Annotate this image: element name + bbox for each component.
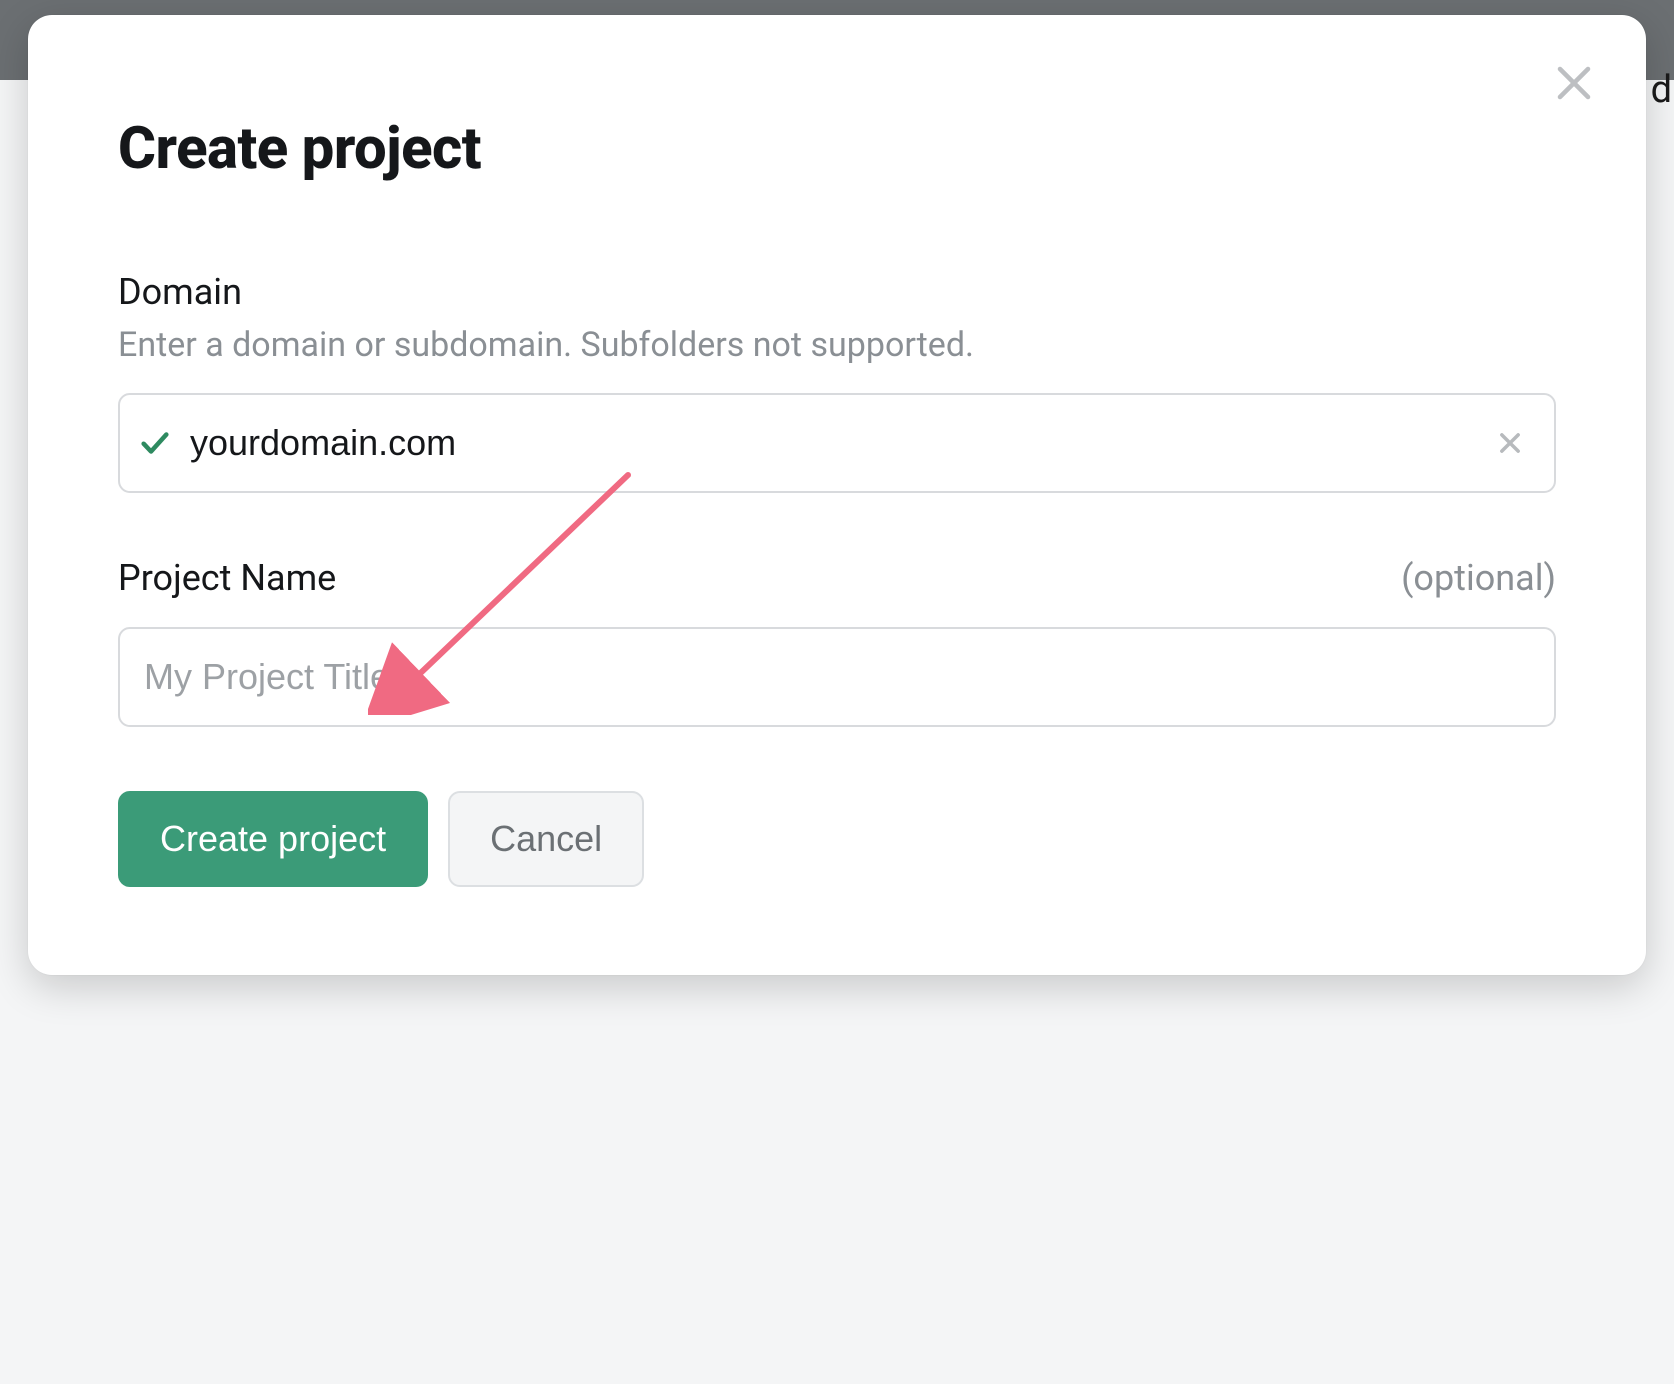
background-text-fragment: d bbox=[1651, 68, 1672, 112]
clear-domain-button[interactable] bbox=[1490, 423, 1530, 463]
project-name-label: Project Name bbox=[118, 557, 336, 599]
modal-actions: Create project Cancel bbox=[118, 791, 1556, 887]
modal-title: Create project bbox=[118, 115, 1556, 183]
project-name-field-group: Project Name (optional) bbox=[118, 557, 1556, 727]
cancel-button[interactable]: Cancel bbox=[448, 791, 644, 887]
domain-field-group: Domain Enter a domain or subdomain. Subf… bbox=[118, 271, 1556, 493]
domain-input-wrap bbox=[118, 393, 1556, 493]
project-name-optional: (optional) bbox=[1401, 557, 1556, 599]
close-button[interactable] bbox=[1546, 55, 1602, 111]
project-name-input[interactable] bbox=[144, 629, 1530, 725]
create-project-button[interactable]: Create project bbox=[118, 791, 428, 887]
close-icon bbox=[1553, 62, 1595, 104]
domain-input[interactable] bbox=[190, 395, 1490, 491]
x-icon bbox=[1496, 429, 1524, 457]
project-name-input-wrap bbox=[118, 627, 1556, 727]
domain-label: Domain bbox=[118, 271, 1556, 313]
create-project-modal: Create project Domain Enter a domain or … bbox=[28, 15, 1646, 975]
check-icon bbox=[138, 426, 172, 460]
domain-hint: Enter a domain or subdomain. Subfolders … bbox=[118, 323, 1556, 369]
